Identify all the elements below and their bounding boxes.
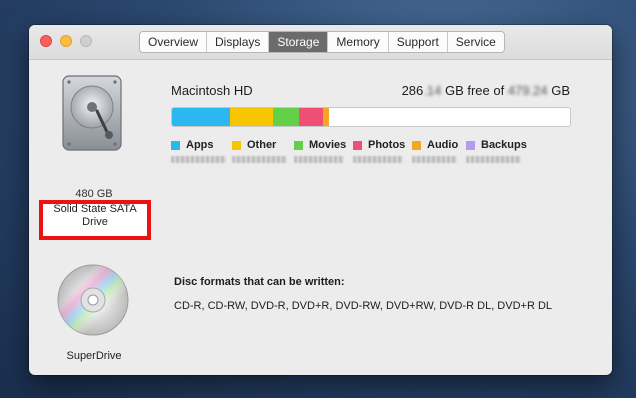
legend-item-backups: Backups — [466, 139, 530, 163]
free-middle: GB free of — [441, 83, 508, 98]
drive-capacity: 480 GB — [75, 188, 113, 200]
tab-memory[interactable]: Memory — [327, 32, 387, 52]
legend-label: Backups — [481, 139, 527, 151]
legend-swatch — [412, 140, 421, 150]
legend-size-redacted — [353, 156, 403, 163]
disc-formats-list: CD-R, CD-RW, DVD-R, DVD+R, DVD-RW, DVD+R… — [174, 300, 553, 312]
hard-drive-icon — [62, 75, 122, 151]
total-suffix: GB — [547, 83, 570, 98]
legend-label: Movies — [309, 139, 347, 151]
total-blurred: 479.24 — [507, 83, 548, 98]
legend-label: Photos — [368, 139, 406, 151]
legend-swatch — [294, 140, 303, 150]
storage-legend: Apps Other Movies Photos Audio Backups — [171, 139, 530, 163]
legend-item-apps: Apps — [171, 139, 232, 163]
close-button[interactable] — [40, 35, 52, 47]
tab-bar: Overview Displays Storage Memory Support… — [139, 31, 505, 53]
legend-item-movies: Movies — [294, 139, 353, 163]
tab-service[interactable]: Service — [446, 32, 504, 52]
tab-support[interactable]: Support — [387, 32, 447, 52]
about-this-mac-window: Overview Displays Storage Memory Support… — [29, 25, 612, 375]
free-blurred: .14 — [423, 83, 442, 98]
legend-size-redacted — [171, 156, 226, 163]
legend-label: Apps — [186, 139, 214, 151]
storage-usage-bar — [171, 107, 571, 127]
usage-segment-apps — [172, 108, 230, 126]
superdrive-name: SuperDrive — [66, 350, 122, 362]
legend-swatch — [171, 140, 180, 150]
legend-item-other: Other — [232, 139, 294, 163]
legend-size-redacted — [466, 156, 521, 163]
tab-overview[interactable]: Overview — [140, 32, 206, 52]
usage-segment-other — [229, 108, 274, 126]
drive-name: Solid State SATA Drive — [53, 203, 137, 228]
tab-displays[interactable]: Displays — [206, 32, 268, 52]
legend-size-redacted — [412, 156, 457, 163]
legend-size-redacted — [232, 156, 287, 163]
legend-item-photos: Photos — [353, 139, 412, 163]
legend-label: Audio — [427, 139, 459, 151]
minimize-button[interactable] — [60, 35, 72, 47]
cd-disc-icon — [57, 264, 129, 336]
legend-size-redacted — [294, 156, 344, 163]
tab-storage[interactable]: Storage — [268, 32, 328, 52]
volume-free-space: 286.14 GB free of 479.24 GB — [402, 83, 570, 98]
usage-segment-movies — [273, 108, 300, 126]
usage-segment-photos — [299, 108, 324, 126]
legend-swatch — [353, 140, 362, 150]
zoom-button[interactable] — [80, 35, 92, 47]
legend-swatch — [466, 140, 475, 150]
volume-name: Macintosh HD — [171, 83, 253, 98]
title-bar: Overview Displays Storage Memory Support… — [29, 25, 612, 60]
legend-label: Other — [247, 139, 277, 151]
disc-formats-heading: Disc formats that can be written: — [174, 276, 345, 288]
legend-swatch — [232, 140, 241, 150]
usage-segment-audio — [323, 108, 330, 126]
free-prefix: 286 — [401, 83, 424, 98]
legend-item-audio: Audio — [412, 139, 466, 163]
storage-pane: 480 GB Solid State SATA Drive Macintosh … — [29, 60, 612, 375]
